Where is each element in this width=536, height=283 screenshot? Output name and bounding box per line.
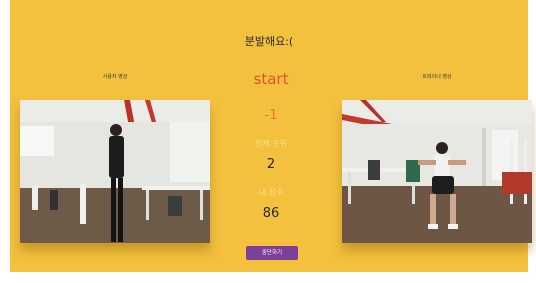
my-score-label: 내 점수	[258, 188, 284, 197]
app-frame: 분발해요:( 사용자 영상 트레이너 영상 start -1 현재 순위 2 내…	[10, 0, 532, 272]
stop-button[interactable]: 중단하기	[246, 246, 298, 260]
user-video-label: 사용자 영상	[102, 74, 128, 80]
trainer-video	[342, 100, 532, 243]
rank-label: 현재 순위	[255, 139, 287, 148]
start-indicator: start	[253, 70, 289, 88]
user-video	[20, 100, 210, 243]
my-score-value: 86	[262, 206, 280, 221]
trainer-video-label: 트레이너 영상	[422, 74, 452, 80]
rank-value: 2	[266, 157, 276, 172]
score-delta: -1	[264, 108, 278, 123]
feedback-headline: 분발해요:(	[244, 35, 294, 48]
